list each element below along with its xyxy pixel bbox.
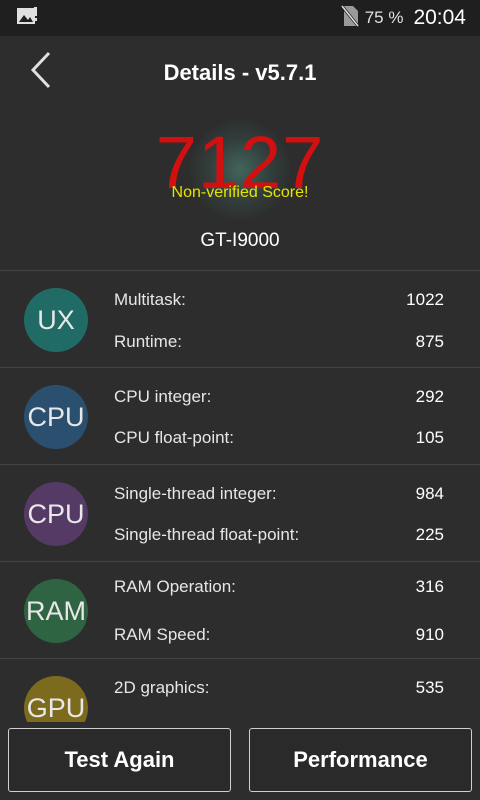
- metric-value: 910: [415, 625, 444, 644]
- metric-label: 2D graphics:: [114, 678, 210, 697]
- metric-row: Single-thread integer: 984: [114, 484, 444, 504]
- metric-row: CPU integer: 292: [114, 387, 444, 407]
- category-row-ux: UX Multitask: 1022 Runtime: 875: [0, 270, 480, 367]
- metric-label: RAM Operation:: [114, 577, 236, 596]
- device-model: GT-I9000: [200, 230, 280, 251]
- metric-row: RAM Speed: 910: [114, 625, 444, 645]
- score-verification-note: Non-verified Score!: [171, 184, 309, 201]
- clock: 20:04: [413, 6, 466, 29]
- metric-label: Runtime:: [114, 332, 183, 351]
- score-panel: 7127 Non-verified Score! GT-I9000: [0, 110, 480, 270]
- test-again-button[interactable]: Test Again: [8, 728, 231, 792]
- metric-value: 292: [415, 387, 444, 406]
- category-row-ram: RAM RAM Operation: 316 RAM Speed: 910: [0, 561, 480, 658]
- back-button[interactable]: [24, 51, 58, 94]
- metric-label: CPU float-point:: [114, 428, 234, 447]
- metric-value: 105: [415, 428, 444, 447]
- category-row-cpu: CPU CPU integer: 292 CPU float-point: 10…: [0, 367, 480, 464]
- gallery-notification-icon: [16, 6, 38, 31]
- metric-label: Single-thread integer:: [114, 484, 277, 503]
- category-badge: RAM: [24, 579, 88, 643]
- battery-percentage: 75 %: [364, 8, 404, 27]
- app-header: Details - v5.7.1: [0, 36, 480, 110]
- metric-row: Multitask: 1022: [114, 290, 444, 310]
- metric-label: CPU integer:: [114, 387, 212, 406]
- metric-value: 875: [415, 332, 444, 351]
- metric-value: 984: [415, 484, 444, 503]
- metric-row: 2D graphics: 535: [114, 678, 444, 698]
- page-title: Details - v5.7.1: [163, 60, 317, 85]
- metric-label: RAM Speed:: [114, 625, 211, 644]
- no-sim-icon: [340, 4, 359, 32]
- category-badge: UX: [24, 288, 88, 352]
- category-badge: GPU: [24, 676, 88, 722]
- metric-row: RAM Operation: 316: [114, 577, 444, 597]
- performance-button[interactable]: Performance: [249, 728, 472, 792]
- status-bar: 75 % 20:04: [0, 0, 480, 36]
- chevron-left-icon: [30, 51, 52, 94]
- metric-value: 1022: [406, 290, 444, 309]
- score-breakdown-list[interactable]: UX Multitask: 1022 Runtime: 875 CPU CPU …: [0, 270, 480, 722]
- metric-label: Single-thread float-point:: [114, 525, 300, 544]
- metric-row: Runtime: 875: [114, 332, 444, 352]
- metric-row: CPU float-point: 105: [114, 428, 444, 448]
- category-badge: CPU: [24, 482, 88, 546]
- action-bar: Test Again Performance: [0, 722, 480, 800]
- metric-value: 225: [415, 525, 444, 544]
- category-row-gpu: GPU 2D graphics: 535: [0, 658, 480, 722]
- metric-row: Single-thread float-point: 225: [114, 525, 444, 545]
- category-badge: CPU: [24, 385, 88, 449]
- metric-value: 316: [415, 577, 444, 596]
- metric-value: 535: [415, 678, 444, 697]
- category-row-cpu-single-thread: CPU Single-thread integer: 984 Single-th…: [0, 464, 480, 561]
- metric-label: Multitask:: [114, 290, 186, 309]
